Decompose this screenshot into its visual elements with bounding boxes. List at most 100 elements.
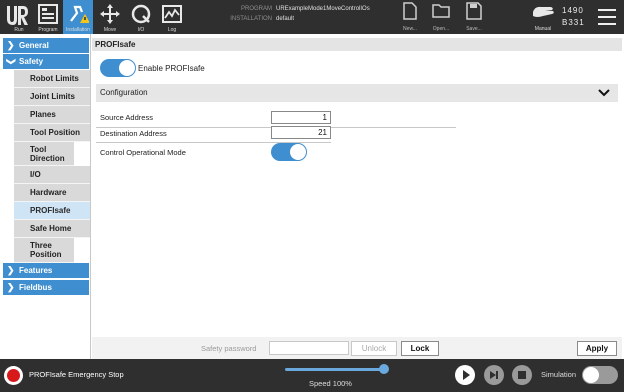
open-label: Open...	[432, 26, 450, 32]
manual-mode-button[interactable]: Manual	[530, 2, 556, 32]
sidebar-item-io[interactable]: I/O	[14, 166, 90, 184]
simulation-label: Simulation	[541, 370, 577, 379]
sidebar-item-planes[interactable]: Planes	[14, 106, 90, 124]
page-title: PROFIsafe	[92, 38, 622, 51]
sidebar-item-three-position[interactable]: Three Position	[14, 238, 74, 263]
sidebar-item-label: Safe Home	[30, 224, 72, 233]
installation-icon	[70, 5, 89, 23]
sidebar-item-label: I/O	[30, 170, 41, 179]
save-button[interactable]: Save...	[461, 2, 487, 32]
chevron-down-icon	[598, 89, 610, 97]
hamburger-menu-icon[interactable]	[598, 9, 616, 25]
sidebar-item-tool-direction[interactable]: Tool Direction	[14, 142, 74, 166]
program-key: PROGRAM	[240, 6, 272, 12]
speed-slider[interactable]	[285, 368, 385, 371]
new-file-button[interactable]: New...	[397, 2, 423, 32]
speed-slider-handle[interactable]	[379, 364, 389, 374]
sidebar-item-robot-limits[interactable]: Robot Limits	[14, 70, 90, 88]
step-button[interactable]	[484, 365, 504, 385]
sidebar-item-label: Robot Limits	[30, 74, 79, 83]
open-folder-icon	[432, 4, 450, 18]
counter-bottom: B331	[562, 18, 585, 27]
save-icon	[466, 2, 482, 20]
step-icon	[490, 371, 498, 379]
sidebar-item-joint-limits[interactable]: Joint Limits	[14, 88, 90, 106]
program-name: URExampleMode1MoveControlIOs	[276, 6, 370, 12]
source-address-input[interactable]: 1	[271, 111, 331, 124]
toggle-knob	[290, 144, 306, 160]
installation-key: INSTALLATION	[230, 16, 272, 22]
nav-move-button[interactable]: Move	[95, 0, 125, 34]
status-text: PROFIsafe Emergency Stop	[29, 370, 124, 379]
chevron-right-icon: ❯	[7, 282, 15, 292]
nav-io-button[interactable]: I/O	[126, 0, 156, 34]
configuration-section-header[interactable]: Configuration	[96, 84, 618, 102]
nav-installation-label: Installation	[66, 27, 90, 33]
nav-run-label: Run	[14, 27, 24, 33]
chevron-right-icon: ❯	[7, 40, 15, 50]
sidebar-item-safe-home[interactable]: Safe Home	[14, 220, 90, 238]
counter-top: 1490	[562, 6, 584, 15]
sidebar-fieldbus[interactable]: ❯ Fieldbus	[3, 280, 89, 295]
speed-label: Speed 100%	[309, 379, 352, 388]
simulation-toggle[interactable]	[582, 366, 618, 384]
sidebar-general[interactable]: ❯ General	[3, 38, 89, 53]
play-icon	[463, 370, 470, 380]
nav-program-button[interactable]: Program	[33, 0, 63, 34]
hand-icon	[533, 6, 554, 17]
program-icon	[38, 4, 58, 24]
sidebar-item-label: Joint Limits	[30, 92, 75, 101]
sidebar-item-tool-position[interactable]: Tool Position	[14, 124, 90, 142]
enable-profisafe-label: Enable PROFIsafe	[138, 64, 205, 73]
nav-installation-button[interactable]: Installation	[63, 0, 93, 34]
save-label: Save...	[466, 26, 482, 32]
counter-display: 1490 B331	[562, 5, 585, 29]
move-icon	[100, 4, 120, 24]
nav-log-button[interactable]: Log	[157, 0, 187, 34]
io-icon	[131, 4, 151, 24]
program-info: PROGRAM URExampleMode1MoveControlIOs INST…	[220, 4, 370, 24]
new-file-icon	[403, 2, 417, 20]
sidebar-general-label: General	[19, 41, 49, 50]
open-button[interactable]: Open...	[428, 2, 454, 32]
nav-run-button[interactable]: Run	[4, 0, 34, 34]
control-operational-mode-toggle[interactable]	[271, 143, 307, 161]
sidebar-item-label: Three Position	[30, 241, 62, 259]
nav-program-label: Program	[38, 27, 58, 33]
password-row: Safety password Unlock Lock Apply	[92, 337, 622, 359]
nav-log-label: Log	[167, 27, 177, 33]
control-operational-mode-label: Control Operational Mode	[100, 148, 186, 157]
sidebar: ❯ General ❯ Safety Robot Limits Joint Li…	[0, 34, 91, 359]
toggle-knob	[119, 60, 135, 76]
sidebar-safety-label: Safety	[19, 57, 44, 66]
lock-button[interactable]: Lock	[401, 341, 439, 356]
sidebar-item-hardware[interactable]: Hardware	[14, 184, 90, 202]
main-panel: PROFIsafe Enable PROFIsafe Configuration…	[92, 34, 622, 359]
manual-mode-label: Manual	[534, 26, 552, 32]
log-icon	[162, 5, 182, 23]
nav-io-label: I/O	[137, 27, 145, 33]
configuration-label: Configuration	[100, 88, 148, 97]
screen: Run Program Installation Move I/O Log PR…	[0, 0, 624, 392]
stop-icon	[518, 371, 526, 379]
sidebar-item-label: Hardware	[30, 188, 67, 197]
destination-address-label: Destination Address	[100, 129, 167, 138]
installation-name: default	[276, 16, 295, 22]
safety-password-label: Safety password	[201, 344, 257, 353]
sidebar-features-label: Features	[19, 266, 53, 275]
sidebar-item-profisafe[interactable]: PROFIsafe	[14, 202, 90, 220]
destination-address-input[interactable]: 21	[271, 126, 331, 139]
sidebar-item-label: Tool Position	[30, 128, 81, 137]
chevron-right-icon: ❯	[7, 265, 15, 275]
sidebar-features[interactable]: ❯ Features	[3, 263, 89, 278]
sidebar-item-label: Planes	[30, 110, 56, 119]
new-file-label: New...	[403, 26, 417, 32]
sidebar-safety[interactable]: ❯ Safety	[3, 54, 89, 69]
play-button[interactable]	[455, 365, 475, 385]
enable-profisafe-toggle[interactable]	[100, 59, 136, 77]
emergency-stop-icon	[4, 366, 23, 385]
safety-password-input[interactable]	[269, 341, 349, 355]
stop-button[interactable]	[512, 365, 532, 385]
unlock-button[interactable]: Unlock	[351, 341, 397, 356]
apply-button[interactable]: Apply	[577, 341, 617, 356]
